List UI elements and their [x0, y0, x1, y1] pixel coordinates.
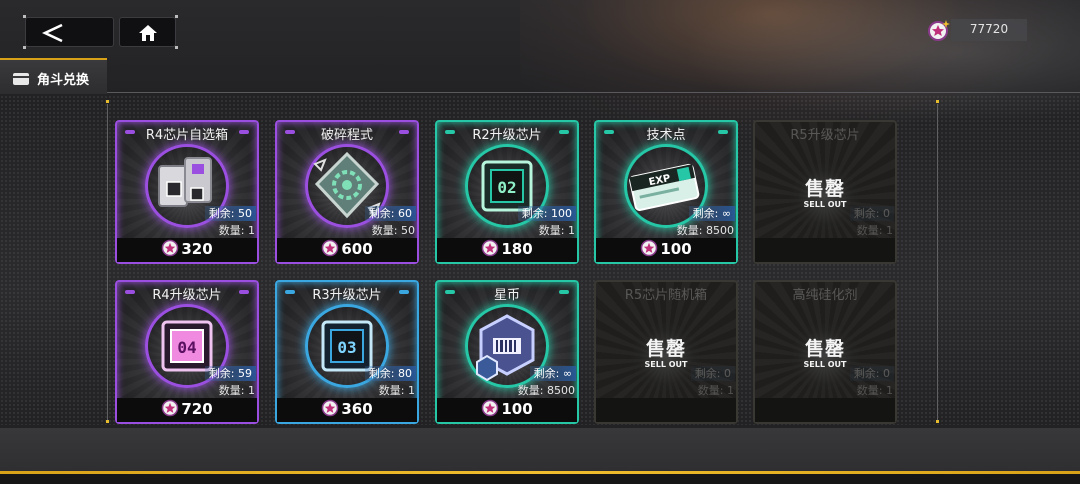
bottom-base	[0, 474, 1080, 484]
item-name: R3升级芯片	[312, 288, 382, 303]
item-price-value: 100	[660, 240, 692, 258]
shop-item-card[interactable]: 星币剩余: ∞ 数量: 8500 100	[435, 280, 579, 424]
panel-edge-right	[937, 104, 938, 422]
shop-item-card[interactable]: 高纯硅化剂 剩余: 0 数量: 1 售罄 SELL OUT	[753, 280, 897, 424]
price-bar	[755, 238, 895, 262]
item-remaining: 剩余: 100	[517, 206, 576, 221]
currency-display: 77720	[927, 18, 1027, 42]
item-remaining: 剩余: ∞	[529, 366, 576, 381]
item-quantity: 数量: 1	[856, 224, 893, 237]
sold-out-label: 售罄	[804, 338, 845, 360]
star-coin-icon	[481, 239, 499, 261]
item-name: R5升级芯片	[790, 128, 860, 143]
item-name: R5芯片随机箱	[624, 288, 708, 303]
home-button[interactable]	[119, 17, 176, 47]
sold-out-mark: 售罄 SELL OUT	[790, 322, 860, 392]
sold-out-mark: 售罄 SELL OUT	[790, 162, 860, 232]
item-price-value: 600	[341, 240, 373, 258]
item-name: 技术点	[646, 128, 686, 143]
item-name: 破碎程式	[320, 128, 373, 143]
tab-arena-exchange[interactable]: 角斗兑换	[0, 58, 107, 94]
item-name: 星币	[493, 288, 520, 303]
item-price: 320	[115, 239, 259, 261]
item-quantity: 数量: 1	[856, 384, 893, 397]
item-quantity: 数量: 1	[218, 384, 255, 397]
shop-item-card[interactable]: 04 R4升级芯片剩余: 59 数量: 1 720	[115, 280, 259, 424]
panel-corner-pip	[106, 420, 109, 423]
item-quantity: 数量: 8500	[676, 224, 734, 237]
shop-item-card[interactable]: R4芯片自选箱剩余: 50 数量: 1 320	[115, 120, 259, 264]
shop-item-card[interactable]: 破碎程式剩余: 60 数量: 50 600	[275, 120, 419, 264]
panel-corner-pip	[106, 100, 109, 103]
item-remaining: 剩余: 60	[364, 206, 416, 221]
star-coin-icon	[161, 239, 179, 261]
item-remaining: 剩余: 59	[204, 366, 256, 381]
back-button[interactable]	[25, 17, 114, 47]
star-coin-icon	[640, 239, 658, 261]
currency-amount: 77720	[969, 22, 1009, 36]
item-price: 100	[435, 399, 579, 421]
star-coin-icon	[927, 18, 951, 46]
corner-mark	[175, 15, 178, 18]
item-price: 180	[435, 239, 579, 261]
item-name: R4芯片自选箱	[145, 128, 229, 143]
item-price: 720	[115, 399, 259, 421]
svg-text:03: 03	[337, 338, 356, 357]
item-price-value: 720	[181, 400, 213, 418]
item-name: 高纯硅化剂	[792, 288, 858, 303]
item-price-value: 320	[181, 240, 213, 258]
item-remaining: 剩余: ∞	[688, 206, 735, 221]
shop-item-card[interactable]: R5升级芯片 剩余: 0 数量: 1 售罄 SELL OUT	[753, 120, 897, 264]
shop-item-card[interactable]: 02 R2升级芯片剩余: 100 数量: 1 180	[435, 120, 579, 264]
header-divider	[107, 92, 1080, 93]
svg-text:02: 02	[497, 178, 516, 197]
panel-edge-left	[107, 104, 108, 422]
sold-out-label-en: SELL OUT	[803, 200, 847, 209]
panel-corner-pip	[936, 420, 939, 423]
corner-mark	[23, 46, 26, 49]
sold-out-label-en: SELL OUT	[644, 360, 688, 369]
corner-mark	[23, 15, 26, 18]
price-bar	[755, 398, 895, 422]
item-quantity: 数量: 1	[697, 384, 734, 397]
sold-out-label: 售罄	[645, 338, 686, 360]
sold-out-label: 售罄	[804, 178, 845, 200]
item-remaining: 剩余: 80	[364, 366, 416, 381]
item-price: 600	[275, 239, 419, 261]
star-coin-icon	[161, 399, 179, 421]
price-bar	[596, 398, 736, 422]
shop-item-card[interactable]: 03 R3升级芯片剩余: 80 数量: 1 360	[275, 280, 419, 424]
star-coin-icon	[321, 399, 339, 421]
shop-item-card[interactable]: EXP 技术点 剩余: ∞ 数量: 8500 100	[594, 120, 738, 264]
item-quantity: 数量: 50	[371, 224, 415, 237]
tab-label: 角斗兑换	[37, 73, 90, 88]
item-quantity: 数量: 1	[378, 384, 415, 397]
item-price: 100	[594, 239, 738, 261]
item-quantity: 数量: 1	[218, 224, 255, 237]
item-price-value: 360	[341, 400, 373, 418]
corner-mark	[175, 46, 178, 49]
item-quantity: 数量: 1	[538, 224, 575, 237]
item-price-value: 180	[501, 240, 533, 258]
item-price: 360	[275, 399, 419, 421]
star-coin-icon	[321, 239, 339, 261]
svg-text:04: 04	[177, 338, 196, 357]
shop-item-card[interactable]: R5芯片随机箱 剩余: 0 数量: 1 售罄 SELL OUT	[594, 280, 738, 424]
item-name: R2升级芯片	[472, 128, 542, 143]
sold-out-mark: 售罄 SELL OUT	[631, 322, 701, 392]
item-remaining: 剩余: 50	[204, 206, 256, 221]
item-name: R4升级芯片	[152, 288, 222, 303]
panel-corner-pip	[936, 100, 939, 103]
item-quantity: 数量: 8500	[517, 384, 575, 397]
sold-out-label-en: SELL OUT	[803, 360, 847, 369]
star-coin-icon	[481, 399, 499, 421]
card-icon	[12, 71, 30, 90]
item-price-value: 100	[501, 400, 533, 418]
